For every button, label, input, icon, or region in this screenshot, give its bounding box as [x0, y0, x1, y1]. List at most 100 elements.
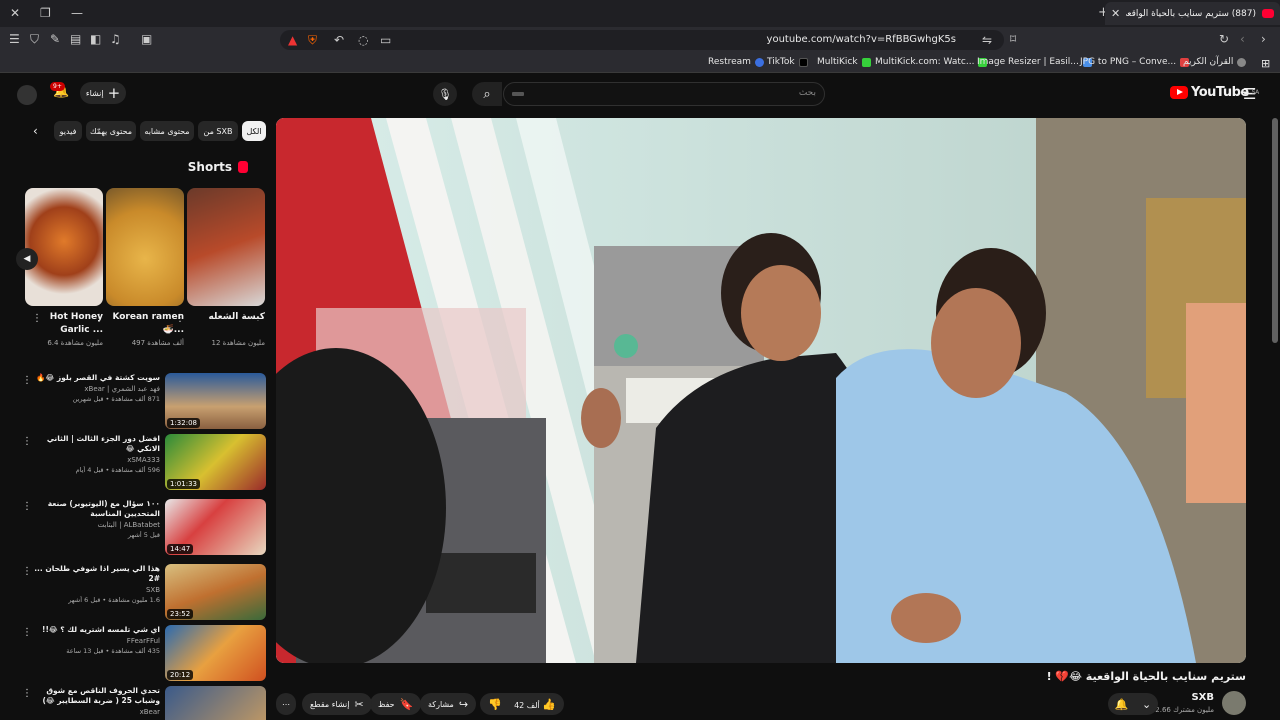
video-title[interactable]: سويت كشتة في القصر بلوز 😂🔥	[32, 373, 160, 383]
restore-window-icon[interactable]: ❐	[40, 6, 51, 20]
voice-search-button[interactable]: 🎙	[433, 82, 457, 106]
list-item[interactable]: 1:32:08 سويت كشتة في القصر بلوز 😂🔥 فهد ع…	[22, 373, 266, 431]
search-input[interactable]	[516, 88, 816, 98]
shorts-prev-arrow-icon[interactable]: ◀	[16, 248, 38, 270]
shield-icon[interactable]: ⛉	[30, 32, 39, 47]
chip-videos[interactable]: فيديو	[54, 121, 82, 141]
channel-name[interactable]: ALBatabet | البتابت	[32, 521, 160, 529]
short-title[interactable]: Korean ramen 🍜...	[106, 311, 184, 337]
channel-name[interactable]: xSMA333	[32, 456, 160, 464]
channel-name[interactable]: SXB	[32, 586, 160, 594]
more-actions-button[interactable]: ⋯	[276, 693, 296, 715]
list-item[interactable]: 23:52 هذا الي يسير اذا شوفي طلحان ... #2…	[22, 564, 266, 622]
save-button[interactable]: حفظ 🔖	[370, 693, 422, 715]
address-bar[interactable]: ▲ ⛨ ↶ ◌ ▭ youtube.com/watch?v=RfBBGwhgK5…	[280, 30, 1004, 50]
video-meta: قبل 5 أشهر	[127, 531, 160, 539]
bookmark-multikick[interactable]: MultiKick	[817, 57, 871, 67]
pip-icon[interactable]: ▭	[380, 33, 391, 47]
video-title[interactable]: تحدي الحروف الناقص مع شوق وشباب 25 ( ضرب…	[32, 686, 160, 706]
music-icon[interactable]: ♫	[110, 32, 121, 46]
region-code: SA	[1251, 89, 1260, 96]
bookmarks-grid-icon[interactable]: ⊞	[1261, 57, 1270, 70]
channel-name[interactable]: xBear	[32, 708, 160, 716]
more-options-icon[interactable]: ⋮	[22, 627, 32, 638]
more-options-icon[interactable]: ⋮	[22, 436, 32, 447]
video-player[interactable]	[276, 118, 1246, 663]
minimize-window-icon[interactable]: —	[71, 6, 83, 20]
back-icon[interactable]: ‹	[1240, 32, 1245, 46]
more-options-icon[interactable]: ⋮	[32, 313, 42, 324]
youtube-logo[interactable]: YouTube SA	[1170, 85, 1259, 100]
notification-badge: 9+	[50, 82, 65, 91]
bookmark-jpg-to-png[interactable]: JPG to PNG – Conve...	[1080, 57, 1190, 67]
search-box[interactable]	[503, 82, 825, 106]
video-title[interactable]: ١٠٠ سؤال مع (اليوتيوبر) صنعة المتحديين ا…	[32, 499, 160, 519]
list-item[interactable]: 14:47 ١٠٠ سؤال مع (اليوتيوبر) صنعة المتح…	[22, 499, 266, 557]
forward-icon[interactable]: ›	[1261, 32, 1266, 46]
short-thumbnail[interactable]	[25, 188, 103, 306]
short-card[interactable]: كبسة الشعله 12 مليون مشاهدة ⋮	[175, 188, 266, 347]
bookmark-label: Restream	[708, 57, 751, 67]
channel-avatar[interactable]	[1222, 691, 1246, 715]
short-thumbnail[interactable]	[187, 188, 265, 306]
keyboard-icon[interactable]	[512, 92, 524, 96]
page-scrollbar[interactable]	[1272, 118, 1278, 343]
sidebar-icon[interactable]: ◧	[90, 32, 101, 46]
channel-name[interactable]: فهد عبد الشمري | xBear	[32, 385, 160, 393]
reload-icon[interactable]: ↻	[1219, 32, 1229, 46]
more-options-icon[interactable]: ⋮	[22, 501, 32, 512]
bookmark-restream[interactable]: Restream	[708, 57, 764, 67]
subscribed-button[interactable]: 🔔 ⌄	[1108, 693, 1158, 715]
close-window-icon[interactable]: ✕	[10, 6, 20, 20]
chip-all[interactable]: الكل	[242, 121, 266, 141]
bookmark-image-resizer[interactable]: Image Resizer | Easil...	[977, 57, 1092, 67]
url-text[interactable]: youtube.com/watch?v=RfBBGwhgK5s	[767, 34, 956, 45]
bookmark-tiktok[interactable]: TikTok	[767, 57, 808, 67]
channel-name[interactable]: FFearFFul	[32, 637, 160, 645]
list-item[interactable]: 1:01:33 افضل دور الجزء الثالث | الثاني ا…	[22, 434, 266, 492]
pin-icon[interactable]: ✎	[50, 32, 60, 46]
short-card[interactable]: Korean ramen 🍜... 497 ألف مشاهدة ⋮	[94, 188, 184, 347]
tab-close-icon[interactable]: ✕	[1111, 7, 1120, 20]
back-history-icon[interactable]: ↶	[334, 33, 344, 47]
video-title[interactable]: افضل دور الجزء الثالث | الثاني الانكي 😂	[32, 434, 160, 454]
share-label: مشاركة	[428, 699, 454, 709]
chat-icon[interactable]: ◌	[358, 33, 368, 47]
video-duration: 14:47	[167, 544, 194, 554]
more-options-icon[interactable]: ⋮	[22, 566, 32, 577]
bookmark-quran[interactable]: القرآن الكريم	[1183, 57, 1247, 67]
tab-title: (887) ستريم سنايب بالحياة الواقعي	[1126, 8, 1256, 19]
brave-shield-icon[interactable]: ⛨	[308, 33, 317, 48]
dislike-button[interactable]: 👎	[488, 698, 502, 711]
clip-button[interactable]: إنشاء مقطع ✂	[302, 693, 372, 715]
create-button[interactable]: إنشاء +	[80, 82, 126, 104]
bell-icon: 🔔	[1114, 697, 1129, 711]
link-settings-icon[interactable]: ⇋	[982, 33, 992, 47]
list-item[interactable]: تحدي الحروف الناقص مع شوق وشباب 25 ( ضرب…	[22, 686, 266, 720]
short-thumbnail[interactable]	[106, 188, 184, 306]
video-title[interactable]: هذا الي يسير اذا شوفي طلحان ... #2	[32, 564, 160, 584]
more-options-icon[interactable]: ⋮	[22, 688, 32, 699]
browser-tab[interactable]: (887) ستريم سنايب بالحياة الواقعي ✕	[1105, 2, 1280, 25]
bookmark-multikick-watch[interactable]: MultiKick.com: Watc...	[875, 57, 988, 67]
channel-name[interactable]: SXB	[1191, 692, 1214, 703]
menu-icon[interactable]: ☰	[9, 32, 20, 46]
tabs-icon[interactable]: ▤	[70, 32, 81, 46]
screenshot-icon[interactable]: ▣	[141, 32, 152, 46]
search-button[interactable]: ⌕	[472, 82, 502, 106]
like-button[interactable]: 42 ألف 👍	[514, 698, 556, 711]
video-title[interactable]: اي شي تلمسه اشتريه لك ؟ 😂!!	[32, 625, 160, 635]
share-button[interactable]: مشاركة ↪	[420, 693, 477, 715]
chip-similar[interactable]: محتوى مشابه	[140, 121, 194, 141]
chip-from-channel[interactable]: من SXB	[198, 121, 238, 141]
chip-for-you[interactable]: محتوى يهمّك	[86, 121, 136, 141]
vpn-icon[interactable]: ▲	[288, 33, 297, 47]
list-item[interactable]: 20:12 اي شي تلمسه اشتريه لك ؟ 😂!! FFearF…	[22, 625, 266, 683]
short-title[interactable]: كبسة الشعله	[187, 311, 266, 337]
user-avatar[interactable]	[17, 85, 37, 105]
more-options-icon[interactable]: ⋮	[22, 375, 32, 386]
video-frame[interactable]	[276, 118, 1246, 663]
bookmark-page-icon[interactable]: ⌑	[1010, 32, 1016, 46]
video-thumbnail[interactable]	[165, 686, 266, 720]
short-card[interactable]: Hot Honey Garlic ... 6.4 مليون مشاهدة ⋮	[25, 188, 103, 347]
